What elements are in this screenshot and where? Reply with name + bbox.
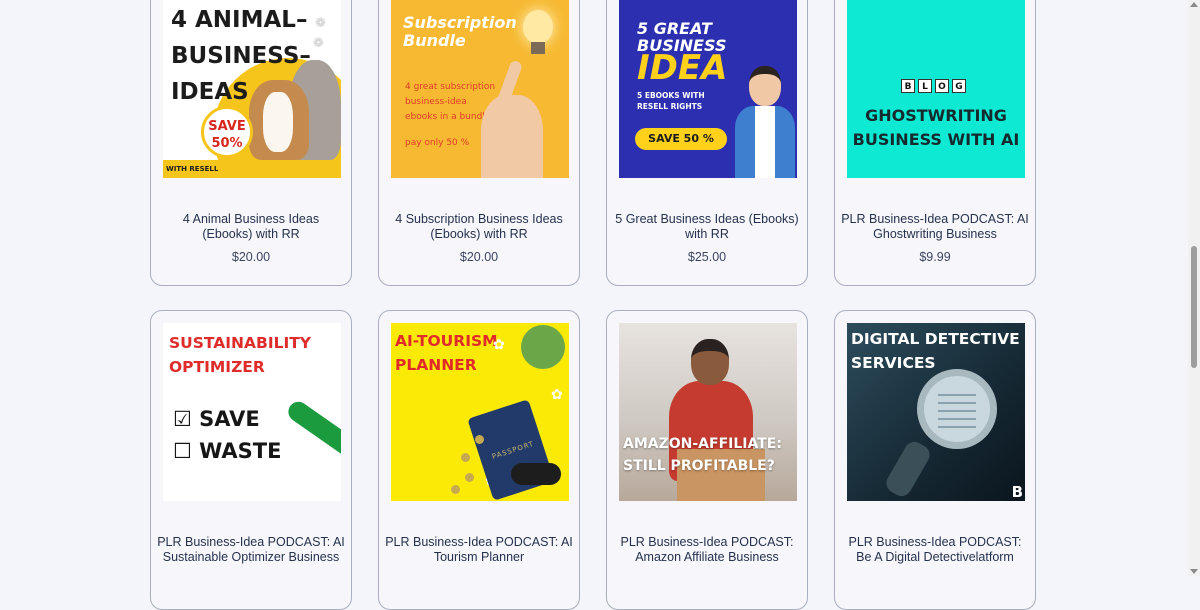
sunglasses-illustration — [511, 463, 561, 485]
product-price: $20.00 — [459, 250, 499, 264]
pen-illustration — [284, 397, 341, 461]
product-price: $20.00 — [231, 250, 271, 264]
scroll-down-arrow-icon[interactable] — [1190, 569, 1198, 574]
person-head — [691, 339, 729, 385]
save-badge: SAVE 50% — [201, 106, 253, 158]
product-image[interactable]: 5 GREAT BUSINESS IDEA 5 EBOOKS WITH RESE… — [619, 0, 797, 178]
image-text: business-idea — [405, 97, 467, 107]
man-shirt — [755, 106, 775, 178]
hand-illustration — [481, 95, 543, 178]
product-card[interactable]: SUSTAINABILITY OPTIMIZER ☑ SAVE ☐ WASTE … — [150, 310, 352, 610]
product-title[interactable]: PLR Business-Idea PODCAST: Amazon Affili… — [613, 535, 801, 565]
letter-tile: G — [952, 79, 966, 93]
corner-logo: B — [1011, 483, 1023, 501]
image-headline: DIGITAL DETECTIVE SERVICES — [851, 330, 1020, 372]
save-badge: SAVE 50 % — [635, 128, 727, 150]
product-card[interactable]: BLOG GHOSTWRITING BUSINESS WITH AI PLR B… — [834, 0, 1036, 286]
image-text: ebooks in a bundle — [405, 112, 491, 122]
vertical-scrollbar[interactable] — [1188, 0, 1200, 576]
product-price: $9.99 — [919, 250, 951, 264]
lightbulb-base — [531, 42, 545, 54]
coin-icon — [475, 435, 484, 444]
image-headline: SUSTAINABILITY OPTIMIZER — [169, 334, 312, 376]
letter-tile: B — [901, 79, 915, 93]
dog-chest — [263, 92, 293, 152]
product-title[interactable]: 4 Subscription Business Ideas (Ebooks) w… — [385, 212, 573, 242]
letter-tile: L — [918, 79, 932, 93]
resell-rights-label: WITH RESELL RIGHTS — [163, 160, 243, 178]
product-card[interactable]: AMAZON-AFFILIATE: STILL PROFITABLE? PLR … — [606, 310, 808, 610]
product-image[interactable]: BLOG GHOSTWRITING BUSINESS WITH AI — [847, 0, 1025, 178]
plant-illustration — [521, 325, 565, 369]
image-headline: GHOSTWRITING BUSINESS WITH AI — [852, 106, 1020, 149]
product-title[interactable]: 5 Great Business Ideas (Ebooks) with RR — [613, 212, 801, 242]
paw-icon: ❁ — [315, 16, 326, 31]
paw-icon: ❁ — [313, 36, 324, 51]
product-title[interactable]: PLR Business-Idea PODCAST: AI Tourism Pl… — [385, 535, 573, 565]
product-image[interactable]: AI-TOURISM PLANNER ✿ ✿ ✿ PASSPORT — [391, 323, 569, 501]
lightbulb-icon — [523, 10, 553, 44]
product-image[interactable]: SUSTAINABILITY OPTIMIZER ☑ SAVE ☐ WASTE — [163, 323, 341, 501]
blog-tiles: BLOG — [901, 74, 969, 93]
product-grid: 4 ANIMAL– BUSINESS– IDEAS ❁ ❁ SAVE 50% W… — [150, 0, 1038, 610]
product-title[interactable]: PLR Business-Idea PODCAST: Be A Digital … — [841, 535, 1029, 565]
product-image[interactable]: DIGITAL DETECTIVE SERVICES B — [847, 323, 1025, 501]
product-card[interactable]: AI-TOURISM PLANNER ✿ ✿ ✿ PASSPORT PLR Bu… — [378, 310, 580, 610]
product-card[interactable]: 5 GREAT BUSINESS IDEA 5 EBOOKS WITH RESE… — [606, 0, 808, 286]
checkbox-waste-line: ☐ WASTE — [173, 439, 282, 463]
checkbox-icon: ☐ — [173, 439, 192, 463]
man-illustration — [735, 66, 795, 178]
product-title[interactable]: PLR Business-Idea PODCAST: AI Sustainabl… — [157, 535, 345, 565]
magnifier-handle — [882, 438, 934, 500]
image-headline: AMAZON-AFFILIATE: STILL PROFITABLE? — [623, 436, 782, 474]
passport-illustration: PASSPORT — [467, 399, 555, 501]
scroll-up-arrow-icon[interactable] — [1190, 2, 1198, 7]
scrollbar-thumb[interactable] — [1191, 246, 1197, 368]
image-text: pay only 50 % — [405, 138, 470, 148]
product-card[interactable]: Subscription Bundle 4 great subscription… — [378, 0, 580, 286]
checked-checkbox-icon: ☑ — [173, 407, 192, 431]
product-card[interactable]: DIGITAL DETECTIVE SERVICES B PLR Busines… — [834, 310, 1036, 610]
image-headline: AI-TOURISM PLANNER — [395, 332, 498, 374]
checkbox-save-line: ☑ SAVE — [173, 407, 260, 431]
coin-icon — [465, 473, 474, 482]
letter-tile: O — [935, 79, 949, 93]
product-price: $25.00 — [687, 250, 727, 264]
product-card[interactable]: 4 ANIMAL– BUSINESS– IDEAS ❁ ❁ SAVE 50% W… — [150, 0, 352, 286]
image-headline: Subscription Bundle — [403, 13, 517, 50]
magnifying-glass-icon — [917, 369, 997, 449]
product-title[interactable]: 4 Animal Business Ideas (Ebooks) with RR — [157, 212, 345, 242]
man-head — [749, 66, 781, 106]
flower-icon: ✿ — [551, 387, 563, 403]
image-big-word: IDEA — [637, 48, 728, 88]
product-image[interactable]: 4 ANIMAL– BUSINESS– IDEAS ❁ ❁ SAVE 50% W… — [163, 0, 341, 178]
product-image[interactable]: Subscription Bundle 4 great subscription… — [391, 0, 569, 178]
coin-icon — [451, 485, 460, 494]
product-title[interactable]: PLR Business-Idea PODCAST: AI Ghostwriti… — [841, 212, 1029, 242]
product-image[interactable]: AMAZON-AFFILIATE: STILL PROFITABLE? — [619, 323, 797, 501]
image-subtext: 5 EBOOKS WITH RESELL RIGHTS — [637, 91, 705, 111]
coin-icon — [461, 453, 470, 462]
flower-icon: ✿ — [493, 337, 505, 353]
image-text: 4 great subscription — [405, 82, 496, 92]
